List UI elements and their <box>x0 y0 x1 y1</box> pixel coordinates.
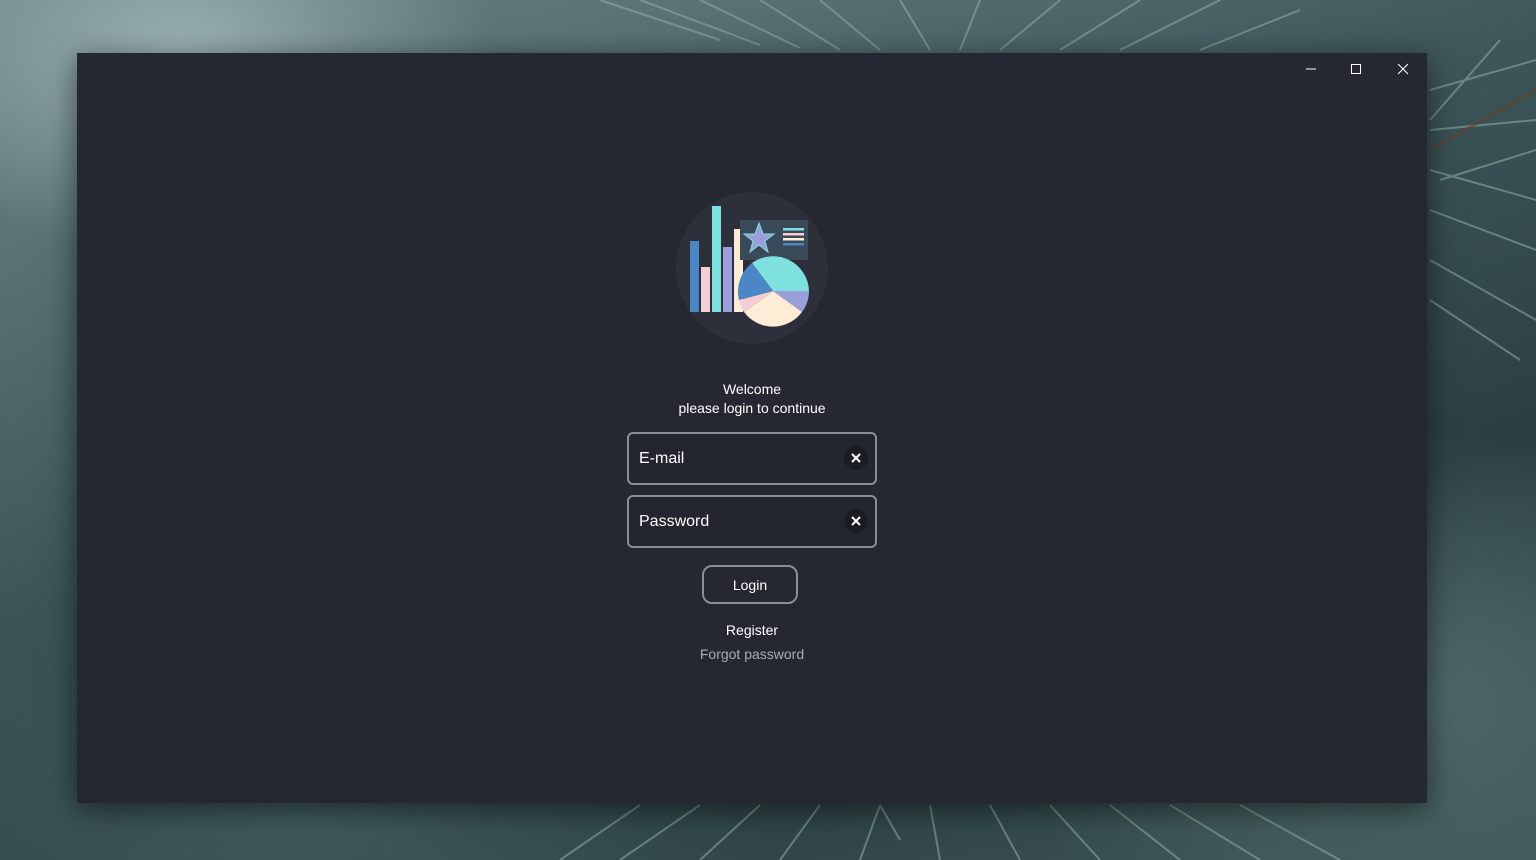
forgot-password-link[interactable]: Forgot password <box>652 646 852 662</box>
email-field[interactable] <box>627 432 877 485</box>
email-input[interactable] <box>639 434 835 483</box>
email-clear-button[interactable] <box>844 446 868 470</box>
welcome-title: Welcome <box>722 381 782 397</box>
welcome-message: Welcome please login to continue <box>552 380 952 418</box>
login-button[interactable]: Login <box>702 565 798 604</box>
maximize-icon <box>1351 64 1361 74</box>
password-clear-button[interactable] <box>844 509 868 533</box>
password-field[interactable] <box>627 495 877 548</box>
analytics-charts-icon <box>676 192 828 344</box>
password-input[interactable] <box>639 497 835 546</box>
minimize-button[interactable] <box>1288 53 1334 85</box>
login-window: Welcome please login to continue Login R… <box>77 53 1427 803</box>
register-link[interactable]: Register <box>652 622 852 638</box>
clear-x-icon <box>851 453 861 463</box>
minimize-icon <box>1306 68 1316 70</box>
close-button[interactable] <box>1380 53 1426 85</box>
welcome-subtitle: please login to continue <box>678 400 826 416</box>
close-icon <box>1397 63 1409 75</box>
clear-x-icon <box>851 516 861 526</box>
maximize-button[interactable] <box>1333 53 1379 85</box>
